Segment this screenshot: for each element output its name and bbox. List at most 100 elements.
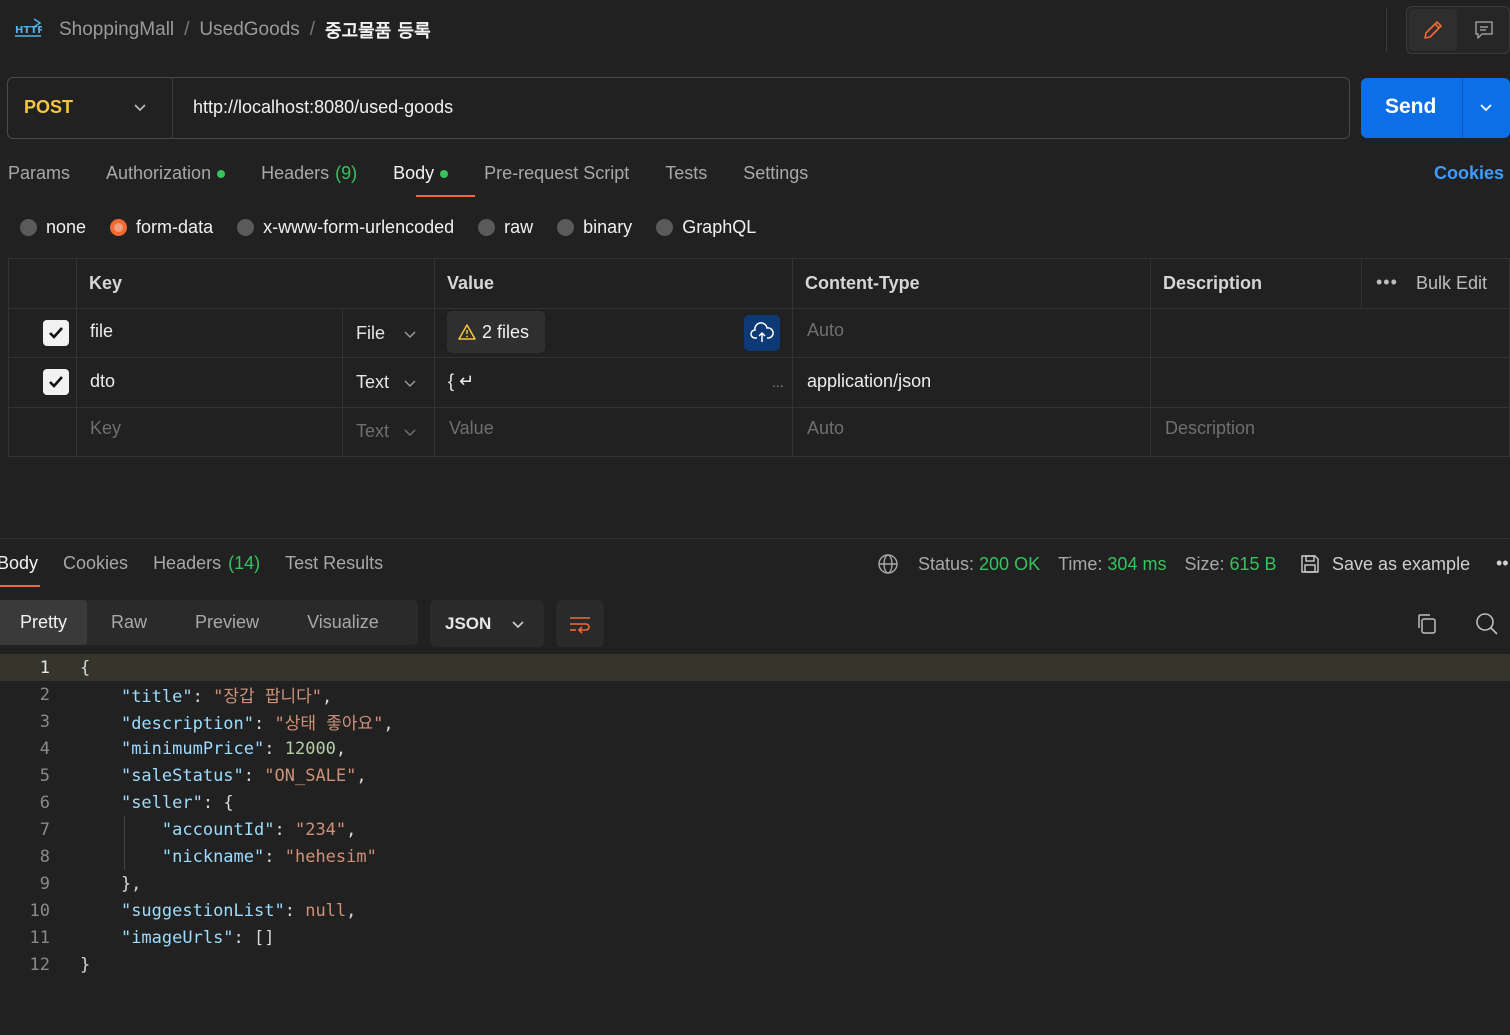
column-divider [1150, 258, 1151, 457]
code-line: 12} [29, 954, 91, 975]
view-tab-pretty[interactable]: Pretty [0, 600, 88, 645]
tab-tests[interactable]: Tests [665, 163, 707, 184]
edit-mode-button[interactable] [1409, 9, 1457, 51]
radio-x-www-form-urlencoded[interactable]: x-www-form-urlencoded [237, 217, 454, 238]
view-tab-visualize[interactable]: Visualize [283, 600, 403, 645]
radio-graphql[interactable]: GraphQL [656, 217, 756, 238]
code-line: 11 "imageUrls": [] [29, 927, 275, 948]
column-header-key: Key [89, 273, 123, 293]
code-line: 1{ [0, 654, 1510, 681]
row-content-type[interactable]: Auto [807, 320, 844, 341]
radio-binary[interactable]: binary [557, 217, 632, 238]
radio-selected-indicator [110, 219, 128, 236]
row-value[interactable]: { ↵ [448, 371, 474, 392]
row-content-type[interactable]: application/json [807, 371, 931, 392]
indent-guide [124, 816, 125, 870]
upload-file-button[interactable] [744, 315, 780, 351]
code-line: 3 "description": "상태 좋아요", [39, 711, 394, 735]
url-input[interactable]: http://localhost:8080/used-goods [193, 97, 453, 118]
search-icon[interactable] [1475, 612, 1499, 641]
row-divider [8, 308, 1510, 309]
new-key-input[interactable]: Key [90, 418, 121, 439]
row-key[interactable]: dto [90, 371, 115, 392]
code-line: 10 "suggestionList": null, [29, 900, 357, 921]
save-as-example-button[interactable]: Save as example [1299, 553, 1470, 575]
tab-settings[interactable]: Settings [743, 163, 808, 184]
code-line: 6 "seller": { [39, 792, 234, 813]
response-tab-body[interactable]: Body [0, 553, 38, 574]
code-line: 8 "nickname": "hehesim" [39, 846, 377, 867]
response-tabs: Body Cookies Headers (14) Test Results [0, 553, 408, 574]
bulk-edit-button[interactable]: Bulk Edit [1416, 273, 1487, 294]
view-tab-raw[interactable]: Raw [87, 600, 171, 645]
radio-raw[interactable]: raw [478, 217, 533, 238]
files-chip[interactable]: 2 files [447, 311, 545, 353]
row-type-select[interactable]: Text [356, 372, 417, 393]
divider [1386, 8, 1387, 52]
new-description-input[interactable]: Description [1165, 418, 1255, 439]
more-options-icon[interactable]: ••• [1376, 272, 1398, 293]
tab-headers[interactable]: Headers (9) [261, 163, 357, 184]
chevron-down-icon [512, 620, 524, 628]
row-divider [8, 357, 1510, 358]
tab-body[interactable]: Body [393, 163, 449, 184]
row-key[interactable]: file [90, 321, 113, 342]
row-checkbox[interactable] [43, 369, 69, 395]
size-info[interactable]: Size: 615 B [1184, 554, 1276, 575]
send-options-chevron-icon[interactable] [1478, 99, 1494, 120]
row-checkbox[interactable] [43, 320, 69, 346]
response-tab-test-results[interactable]: Test Results [285, 553, 383, 574]
column-divider [76, 258, 77, 457]
time-info[interactable]: Time: 304 ms [1058, 554, 1166, 575]
response-body-code[interactable]: 1{ 2 "title": "장갑 팝니다", 3 "description":… [0, 654, 1510, 978]
radio-form-data[interactable]: form-data [110, 217, 213, 238]
response-divider[interactable] [0, 538, 1510, 539]
copy-icon[interactable] [1415, 612, 1439, 641]
request-name[interactable]: 중고물품 등록 [325, 17, 431, 43]
cloud-upload-icon [750, 322, 774, 342]
globe-icon[interactable] [877, 553, 899, 575]
chevron-down-icon [404, 428, 416, 436]
view-tab-preview[interactable]: Preview [171, 600, 283, 645]
http-request-icon: HTTP [14, 18, 45, 42]
response-tab-cookies[interactable]: Cookies [63, 553, 128, 574]
code-line: 4 "minimumPrice": 12000, [39, 738, 347, 759]
more-options-icon[interactable]: •• [1496, 553, 1509, 574]
method-select[interactable]: POST [24, 97, 73, 118]
status-info[interactable]: Status: 200 OK [918, 554, 1040, 575]
chevron-down-icon[interactable] [132, 99, 148, 120]
chevron-down-icon [404, 379, 416, 387]
radio-none[interactable]: none [20, 217, 86, 238]
breadcrumb-separator: / [309, 19, 316, 40]
cookies-link[interactable]: Cookies [1434, 163, 1504, 184]
tab-params[interactable]: Params [8, 163, 70, 184]
checkmark-icon [49, 376, 63, 388]
warning-icon [458, 324, 476, 340]
response-view-tabs: Pretty Raw Preview Visualize [0, 600, 418, 645]
new-value-input[interactable]: Value [449, 418, 494, 439]
response-tab-headers[interactable]: Headers (14) [153, 553, 260, 574]
tab-authorization[interactable]: Authorization [106, 163, 226, 184]
breadcrumb: ShoppingMall / UsedGoods / 중고물품 등록 [59, 17, 431, 43]
active-tab-underline [0, 585, 40, 587]
column-divider [792, 258, 793, 457]
tab-pre-request-script[interactable]: Pre-request Script [484, 163, 629, 184]
row-type-select[interactable]: File [356, 323, 417, 344]
new-content-type-input[interactable]: Auto [807, 418, 844, 439]
format-select[interactable]: JSON [430, 600, 544, 647]
pencil-icon [1424, 21, 1442, 39]
wrap-lines-button[interactable] [556, 600, 604, 647]
breadcrumb-collection[interactable]: ShoppingMall [59, 19, 174, 41]
send-button-label[interactable]: Send [1385, 95, 1436, 119]
column-divider [342, 308, 343, 457]
column-header-content-type: Content-Type [805, 273, 920, 293]
new-type-select[interactable]: Text [356, 421, 417, 442]
code-line: 2 "title": "장갑 팝니다", [39, 684, 333, 708]
active-tab-underline [416, 195, 475, 197]
column-header-description: Description [1163, 273, 1263, 293]
row-value-ellipsis[interactable]: ... [772, 374, 784, 390]
comment-icon [1475, 21, 1493, 39]
comments-button[interactable] [1460, 9, 1508, 51]
breadcrumb-folder[interactable]: UsedGoods [199, 19, 299, 41]
column-divider [434, 258, 435, 457]
